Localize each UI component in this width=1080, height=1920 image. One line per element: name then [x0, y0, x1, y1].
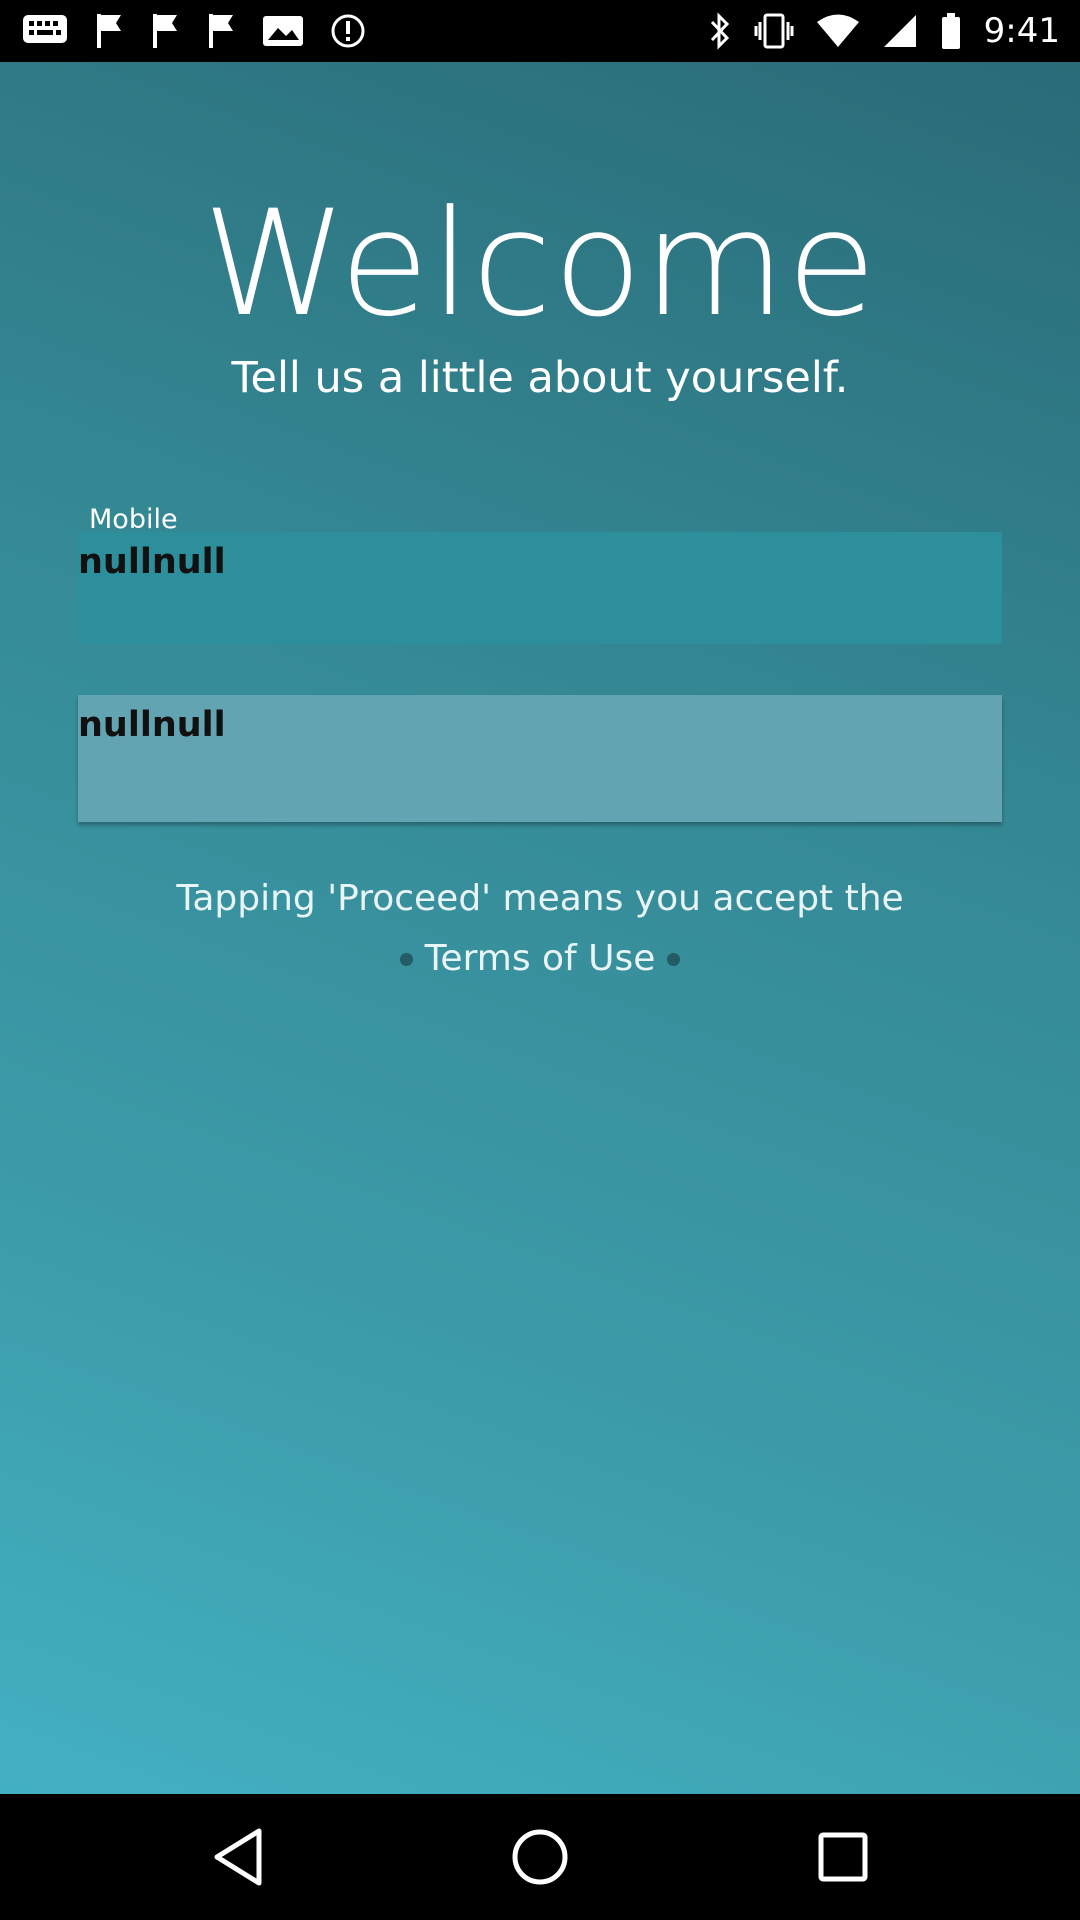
page-title: Welcome	[202, 179, 878, 349]
wifi-icon	[816, 14, 859, 47]
flag-icon	[209, 14, 233, 48]
mobile-field[interactable]: nullnull	[78, 532, 1002, 644]
recents-icon	[818, 1832, 868, 1882]
vibrate-icon	[754, 13, 794, 49]
flag-icon	[153, 14, 177, 48]
back-button[interactable]	[206, 1824, 272, 1890]
alert-icon	[331, 14, 365, 48]
bluetooth-icon	[710, 12, 729, 50]
second-input-field[interactable]: nullnull	[78, 695, 1002, 822]
second-field-value: nullnull	[78, 705, 226, 745]
terms-of-use-link[interactable]: Terms of Use	[425, 934, 656, 984]
message-icon	[23, 15, 67, 43]
consent-text: Tapping 'Proceed' means you accept the	[176, 878, 904, 919]
bullet-dot	[667, 952, 681, 966]
screen: 9:41 Welcome Tell us a little about your…	[0, 0, 1080, 1920]
photo-icon	[263, 16, 303, 46]
battery-icon	[941, 13, 960, 49]
bullet-dot	[399, 952, 413, 966]
status-time: 9:41	[983, 11, 1060, 51]
status-bar: 9:41	[0, 0, 1080, 62]
flag-icon	[97, 14, 121, 48]
welcome-screen: Welcome Tell us a little about yourself.…	[0, 62, 1080, 1794]
mobile-field-value: nullnull	[78, 542, 226, 582]
page-subtitle: Tell us a little about yourself.	[231, 353, 849, 403]
system-icons: 9:41	[708, 10, 1060, 52]
notification-icons	[22, 12, 366, 50]
signal-icon	[883, 15, 916, 47]
navigation-bar	[0, 1794, 1080, 1920]
recents-button[interactable]	[810, 1824, 876, 1890]
back-icon	[214, 1828, 262, 1886]
home-icon	[512, 1829, 568, 1885]
home-button[interactable]	[507, 1824, 573, 1890]
terms-row: Terms of Use	[0, 934, 1080, 984]
